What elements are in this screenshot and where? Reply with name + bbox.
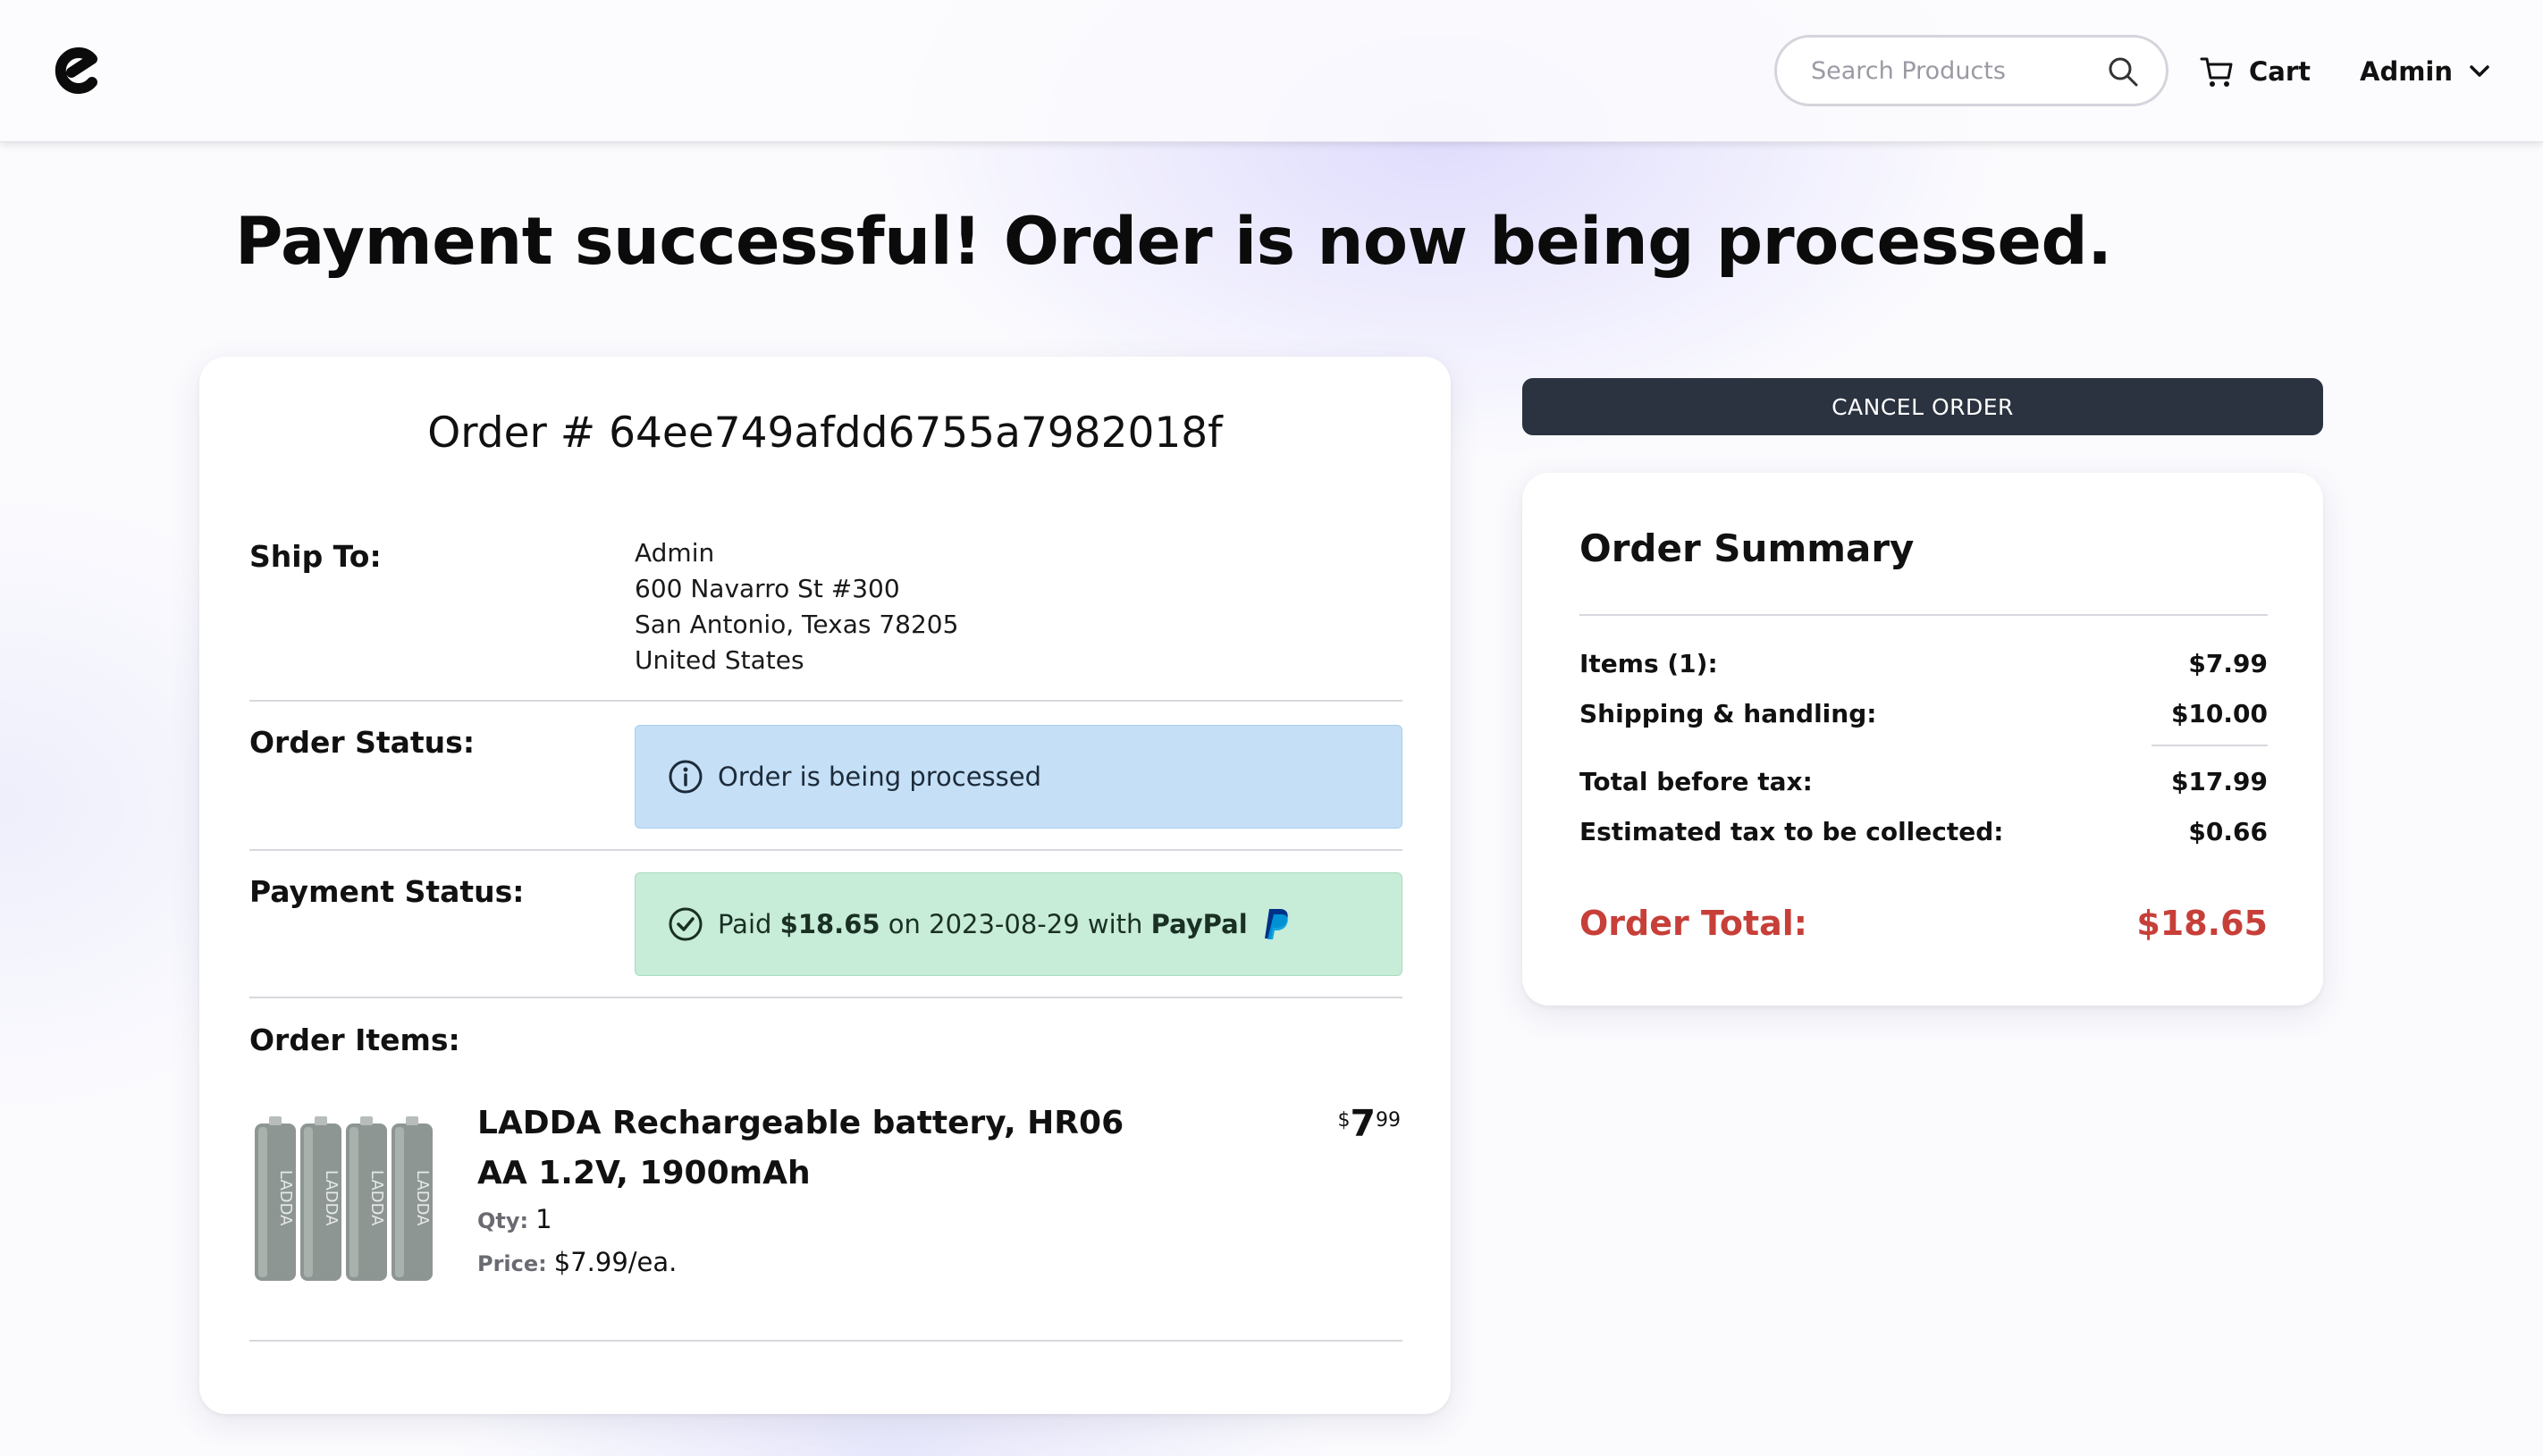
order-details-card: Order # 64ee749afdd6755a7982018f Ship To…	[199, 357, 1451, 1414]
search-input[interactable]	[1811, 38, 2097, 104]
divider	[249, 1340, 1402, 1342]
search-box	[1774, 35, 2168, 106]
top-navbar: Cart Admin	[0, 0, 2543, 142]
svg-text:LADDA: LADDA	[322, 1170, 341, 1226]
summary-value: $7.99	[2188, 648, 2268, 678]
divider	[249, 997, 1402, 998]
address-line: United States	[635, 645, 804, 675]
user-menu[interactable]: Admin	[2360, 50, 2492, 93]
price-currency: $	[1337, 1109, 1351, 1132]
product-qty: Qty: 1	[477, 1204, 552, 1234]
order-items-label: Order Items:	[249, 1023, 460, 1057]
cart-link[interactable]: Cart	[2199, 50, 2311, 93]
payment-status-label: Payment Status:	[249, 874, 525, 909]
summary-label: Total before tax:	[1579, 766, 1813, 796]
info-icon	[669, 760, 703, 794]
product-unit-price: Price: $7.99/ea.	[477, 1247, 677, 1277]
payment-method: PayPal	[1150, 909, 1248, 939]
qty-value: 1	[535, 1204, 552, 1234]
svg-text:LADDA: LADDA	[413, 1170, 432, 1226]
product-image[interactable]: LADDA LADDA LADDA LADDA	[249, 1107, 437, 1286]
user-menu-label: Admin	[2360, 56, 2454, 87]
paid-date: on 2023-08-29 with	[888, 909, 1143, 939]
summary-value: $0.66	[2188, 816, 2268, 846]
paid-amount: $18.65	[779, 909, 880, 939]
paypal-icon	[1264, 909, 1288, 939]
address-line: Admin	[635, 538, 715, 568]
cancel-order-button[interactable]: CANCEL ORDER	[1522, 378, 2323, 435]
order-summary-card: Order Summary Items (1): $7.99 Shipping …	[1522, 473, 2323, 1006]
qty-key: Qty:	[477, 1208, 529, 1233]
product-price: $7 99	[1337, 1104, 1401, 1143]
summary-row-shipping: Shipping & handling: $10.00	[1579, 695, 2268, 731]
price-value: $7.99/ea.	[553, 1247, 678, 1277]
page-title: Payment successful! Order is now being p…	[235, 204, 2112, 280]
divider	[2151, 745, 2268, 746]
svg-text:LADDA: LADDA	[367, 1170, 386, 1226]
order-total-label: Order Total:	[1579, 904, 1807, 943]
divider	[249, 700, 1402, 702]
summary-label: Estimated tax to be collected:	[1579, 816, 2004, 846]
price-whole: 7	[1350, 1102, 1376, 1145]
payment-status-text: Paid $18.65 on 2023-08-29 with PayPal	[718, 909, 1248, 939]
divider	[1579, 614, 2268, 616]
address-line: 600 Navarro St #300	[635, 574, 900, 603]
paid-word: Paid	[718, 909, 772, 939]
logo-icon[interactable]	[50, 43, 104, 97]
battery-icon: LADDA LADDA LADDA LADDA	[255, 1116, 433, 1281]
cart-label: Cart	[2249, 56, 2311, 87]
search-icon[interactable]	[2107, 55, 2139, 88]
divider	[249, 849, 1402, 851]
summary-label: Items (1):	[1579, 648, 1718, 678]
address-line: San Antonio, Texas 78205	[635, 610, 959, 639]
check-circle-icon	[669, 907, 703, 941]
order-summary-title: Order Summary	[1579, 526, 1915, 570]
price-key: Price:	[477, 1251, 547, 1276]
ship-to-label: Ship To:	[249, 539, 382, 574]
summary-row-tax: Estimated tax to be collected: $0.66	[1579, 813, 2268, 849]
shipping-address: Admin 600 Navarro St #300 San Antonio, T…	[635, 535, 958, 678]
summary-row-items: Items (1): $7.99	[1579, 645, 2268, 681]
cart-icon	[2200, 57, 2233, 87]
payment-status-alert: Paid $18.65 on 2023-08-29 with PayPal	[635, 872, 1402, 976]
order-status-label: Order Status:	[249, 725, 476, 760]
order-status-alert: Order is being processed	[635, 725, 1402, 829]
summary-label: Shipping & handling:	[1579, 698, 1877, 728]
svg-text:LADDA: LADDA	[276, 1170, 295, 1226]
summary-value: $17.99	[2170, 766, 2268, 796]
price-fraction: 99	[1376, 1109, 1401, 1132]
order-total-value: $18.65	[2136, 904, 2268, 943]
summary-row-subtotal: Total before tax: $17.99	[1579, 763, 2268, 799]
chevron-down-icon	[2470, 65, 2489, 77]
order-total-row: Order Total: $18.65	[1579, 896, 2268, 950]
order-number: Order # 64ee749afdd6755a7982018f	[427, 408, 1223, 458]
order-status-text: Order is being processed	[718, 762, 1042, 792]
product-title[interactable]: LADDA Rechargeable battery, HR06 AA 1.2V…	[477, 1098, 1157, 1199]
summary-value: $10.00	[2170, 698, 2268, 728]
